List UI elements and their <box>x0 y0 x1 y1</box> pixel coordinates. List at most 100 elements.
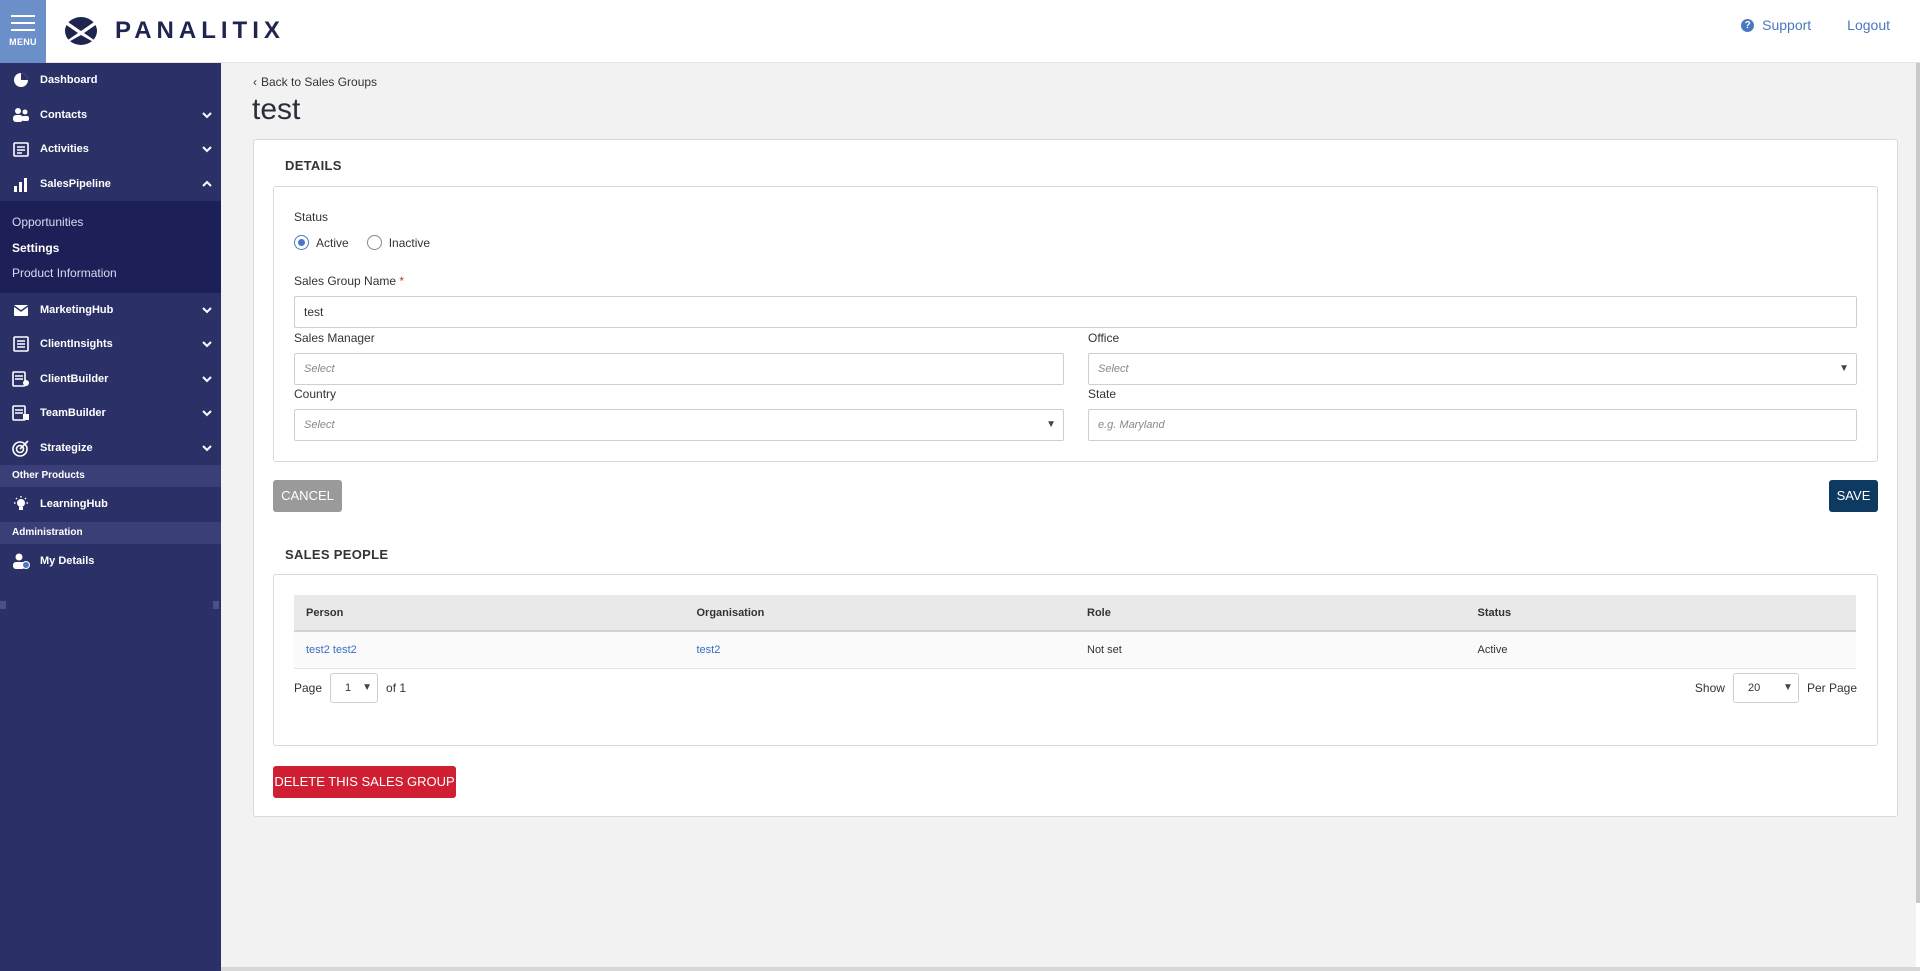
status-cell: Active <box>1477 644 1508 656</box>
person-link[interactable]: test2 test2 <box>294 644 685 656</box>
sidebar-subitem-opportunities[interactable]: Opportunities <box>0 210 221 236</box>
chevron-left-icon: ‹ <box>253 75 257 89</box>
sales-group-name-label: Sales Group Name * <box>294 274 404 288</box>
state-input[interactable]: e.g. Maryland <box>1088 409 1857 441</box>
per-page-select[interactable]: 20 ▼ <box>1732 673 1799 703</box>
sidebar-item-marketinghub[interactable]: MarketingHub <box>0 293 221 328</box>
hamburger-icon <box>11 15 35 36</box>
sidebar-item-dashboard[interactable]: Dashboard <box>0 63 221 98</box>
table-row: test2 test2 test2 Not set Active <box>294 632 1856 669</box>
page-value: 1 <box>345 682 352 694</box>
sidebar-item-clientbuilder[interactable]: ClientBuilder <box>0 362 221 397</box>
sidebar-item-label: Contacts <box>40 108 88 121</box>
chevron-down-icon <box>202 146 212 153</box>
user-details-icon <box>12 552 30 570</box>
sidebar-item-my-details[interactable]: My Details <box>0 544 221 579</box>
country-select[interactable]: Select ▼ <box>294 409 1064 441</box>
chevron-down-icon <box>202 111 212 118</box>
office-select[interactable]: Select ▼ <box>1088 353 1857 385</box>
column-header-status[interactable]: Status <box>1466 607 1857 619</box>
dropdown-caret-icon: ▼ <box>362 682 373 693</box>
menu-button[interactable]: MENU <box>0 0 46 63</box>
sidebar-item-clientinsights[interactable]: ClientInsights <box>0 327 221 362</box>
sidebar-item-contacts[interactable]: Contacts <box>0 98 221 133</box>
sidebar-item-label: MarketingHub <box>40 303 114 316</box>
back-to-sales-groups-link[interactable]: ‹ Back to Sales Groups <box>253 75 377 89</box>
page-title: test <box>252 93 301 126</box>
sidebar-item-label: My Details <box>40 554 95 567</box>
details-heading: DETAILS <box>285 158 342 173</box>
details-panel: Status Active Inactive Sales Group Name … <box>273 186 1878 462</box>
page-scrollbar[interactable] <box>1916 63 1920 903</box>
strategize-icon <box>12 439 30 457</box>
delete-sales-group-button[interactable]: DELETE THIS SALES GROUP <box>273 766 456 798</box>
dashboard-icon <box>12 71 30 89</box>
top-bar: MENU PANALITIX ? Support Logout <box>0 0 1920 63</box>
save-button[interactable]: SAVE <box>1829 480 1878 512</box>
column-header-person[interactable]: Person <box>294 607 685 619</box>
dropdown-caret-icon: ▼ <box>1839 363 1849 374</box>
sidebar-subitem-product-information[interactable]: Product Information <box>0 261 221 287</box>
dropdown-caret-icon: ▼ <box>1046 419 1056 430</box>
cancel-button[interactable]: CANCEL <box>273 480 342 512</box>
sidebar-item-activities[interactable]: Activities <box>0 132 221 167</box>
sales-manager-input[interactable]: Select <box>294 353 1064 385</box>
per-page-control: Show 20 ▼ Per Page <box>1695 673 1857 703</box>
page-of-label: of 1 <box>386 681 407 695</box>
required-marker: * <box>399 274 405 288</box>
marketing-hub-icon <box>12 301 30 319</box>
sidebar-item-label: Dashboard <box>40 74 98 87</box>
sales-pipeline-icon <box>12 175 30 193</box>
column-header-role[interactable]: Role <box>1075 607 1466 619</box>
sidebar-item-label: Strategize <box>40 441 93 454</box>
sales-manager-label: Sales Manager <box>294 331 375 345</box>
help-icon: ? <box>1741 18 1755 32</box>
section-other-products: Other Products <box>0 465 221 487</box>
status-option-label: Active <box>316 235 349 250</box>
contacts-icon <box>12 106 30 124</box>
client-insights-icon <box>12 335 30 353</box>
logout-link[interactable]: Logout <box>1847 17 1890 33</box>
brand-name: PANALITIX <box>115 17 285 44</box>
sidebar-item-label: ClientInsights <box>40 338 113 351</box>
page-select[interactable]: 1 ▼ <box>330 673 379 703</box>
brand-logo[interactable]: PANALITIX <box>63 15 285 47</box>
column-header-organisation[interactable]: Organisation <box>685 607 1076 619</box>
status-label: Status <box>294 210 329 224</box>
dropdown-caret-icon: ▼ <box>1783 682 1793 693</box>
status-active-radio[interactable]: Active <box>294 235 349 250</box>
table-header-row: Person Organisation Role Status <box>294 595 1856 632</box>
sidebar-item-salespipeline[interactable]: SalesPipeline <box>0 167 221 202</box>
activities-icon <box>12 140 30 158</box>
sales-people-panel: Person Organisation Role Status test2 te… <box>273 574 1878 746</box>
main-content: ‹ Back to Sales Groups test DETAILS Statu… <box>221 63 1916 967</box>
horizontal-scrollbar[interactable] <box>221 967 1920 971</box>
sidebar-item-learninghub[interactable]: LearningHub <box>0 487 221 522</box>
chevron-down-icon <box>202 375 212 382</box>
sidebar-item-label: ClientBuilder <box>40 372 109 385</box>
back-link-label: Back to Sales Groups <box>261 75 378 89</box>
sidebar-item-label: SalesPipeline <box>40 177 111 190</box>
sales-group-card: DETAILS Status Active Inactive Sales Gro… <box>253 139 1898 817</box>
sidebar-item-label: LearningHub <box>40 498 108 511</box>
support-link[interactable]: Support <box>1762 17 1811 33</box>
menu-label: MENU <box>9 37 37 47</box>
panalitix-logo-icon <box>65 17 97 45</box>
radio-unselected-icon <box>366 235 382 250</box>
lightbulb-icon <box>12 495 30 513</box>
sidebar-subitem-settings[interactable]: Settings <box>0 236 221 262</box>
sidebar-item-teambuilder[interactable]: TeamBuilder <box>0 396 221 431</box>
sidebar: Dashboard Contacts Activities SalesPipel… <box>0 63 221 971</box>
show-label: Show <box>1694 681 1725 695</box>
chevron-down-icon <box>202 341 212 348</box>
status-option-label: Inactive <box>388 235 431 250</box>
sales-group-name-input[interactable]: test <box>294 296 1857 328</box>
sidebar-item-strategize[interactable]: Strategize <box>0 431 221 466</box>
organisation-link[interactable]: test2 <box>685 644 1076 656</box>
per-page-value: 20 <box>1747 682 1761 694</box>
role-cell: Not set <box>1087 644 1122 656</box>
sales-people-heading: SALES PEOPLE <box>285 547 389 562</box>
state-placeholder: e.g. Maryland <box>1098 419 1165 431</box>
chevron-down-icon <box>202 410 212 417</box>
status-inactive-radio[interactable]: Inactive <box>366 235 431 250</box>
